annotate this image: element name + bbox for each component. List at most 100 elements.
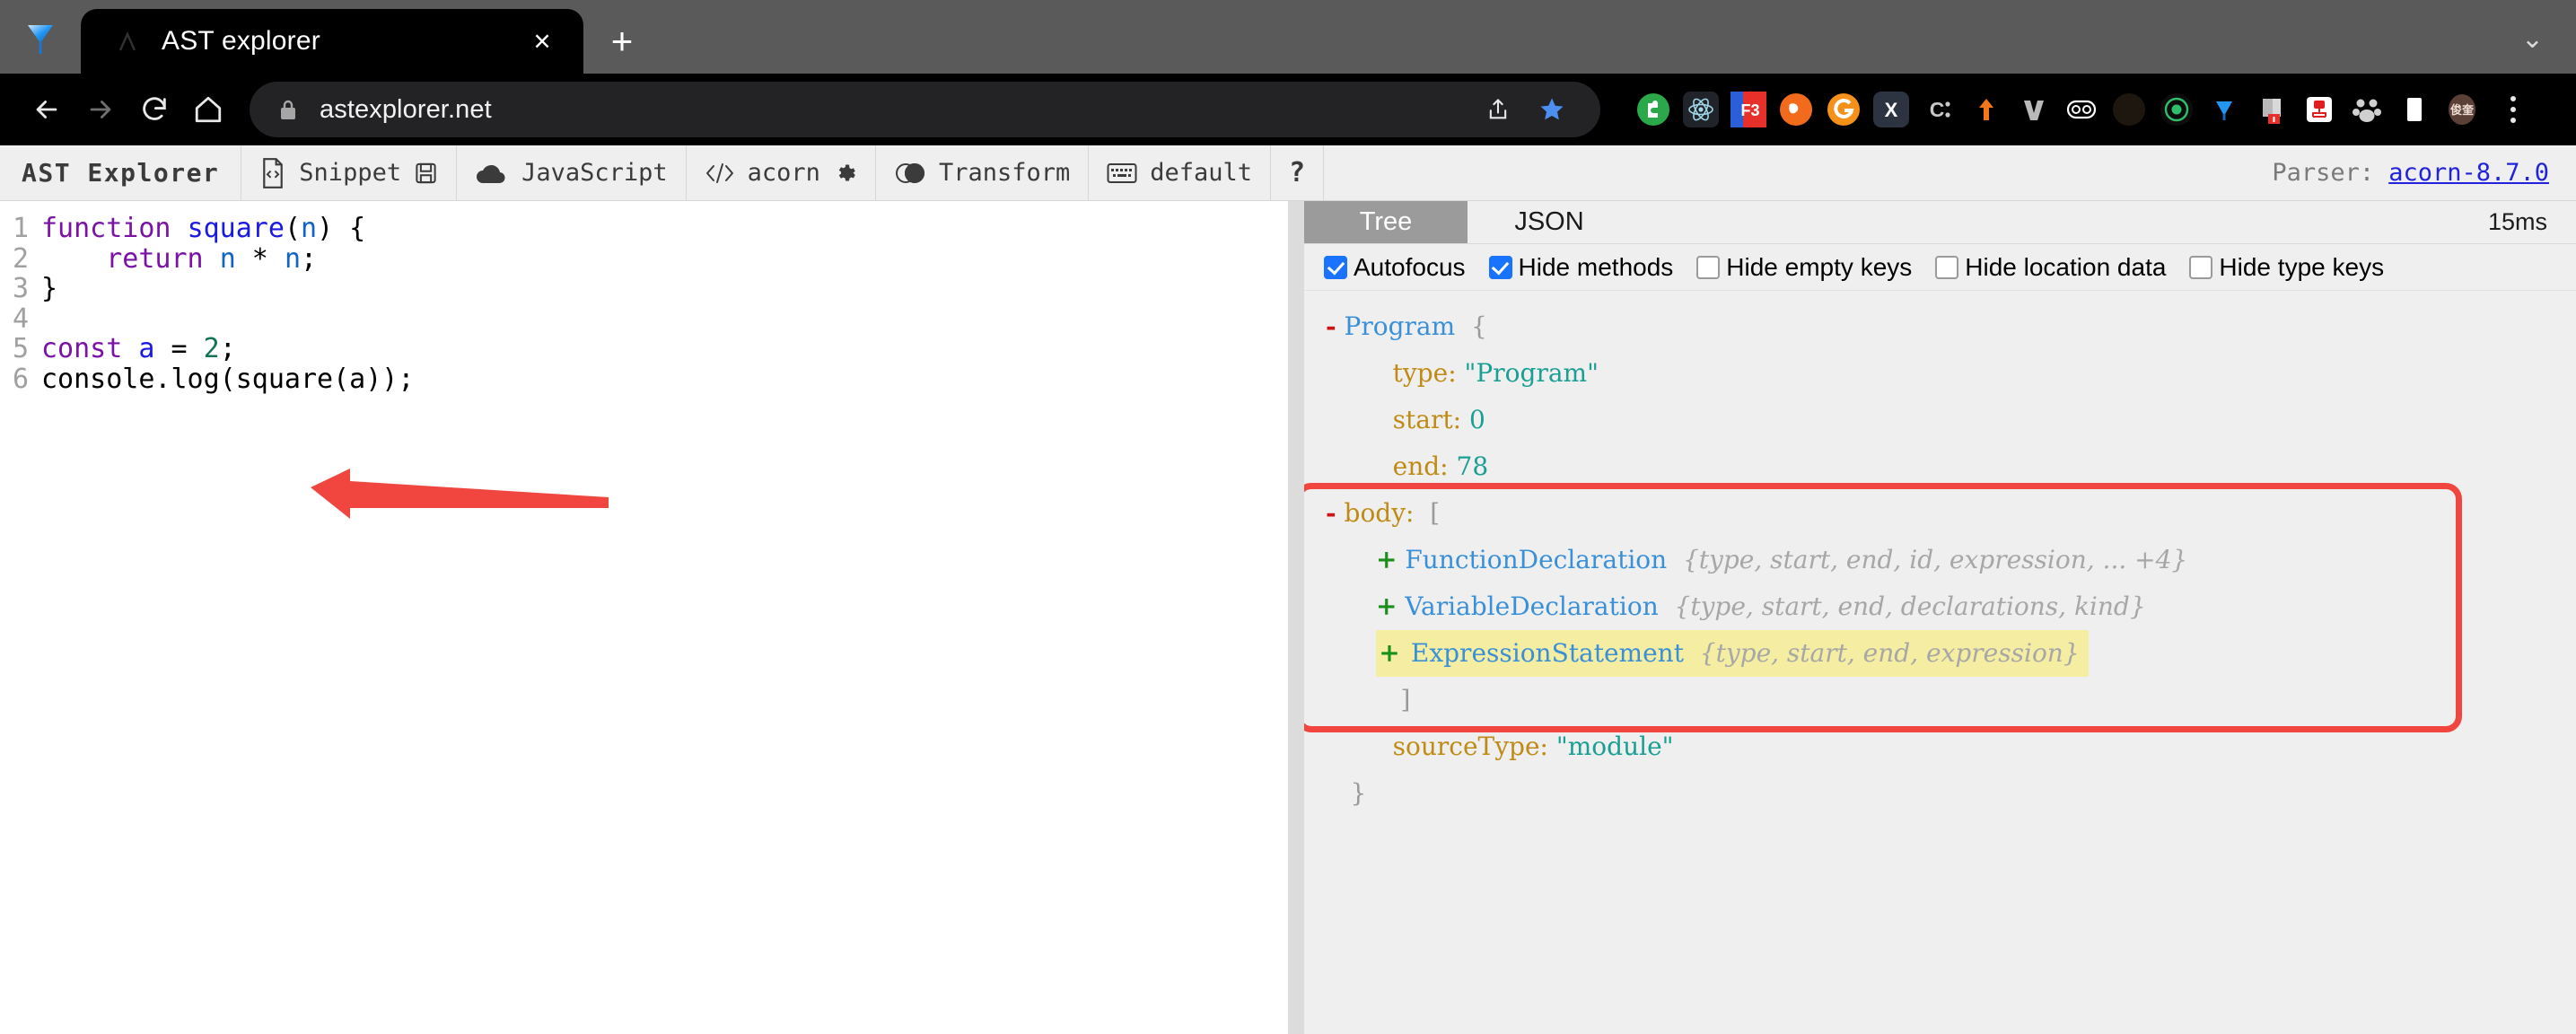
parser-group[interactable]: acorn [687, 145, 876, 200]
back-arrow-icon[interactable] [20, 83, 74, 136]
code-lines[interactable]: 1 function square(n) {2 return n * n; 3} 4 5… [0, 201, 1288, 394]
tab-strip: AST explorer × + ⌄ [0, 0, 2576, 74]
transform-group[interactable]: Transform [876, 145, 1090, 200]
ast-property-value: "module" [1547, 732, 1674, 761]
code-line-text: } [41, 273, 58, 304]
code-line[interactable]: 4 [0, 303, 1288, 335]
parser-version-link[interactable]: acorn-8.7.0 [2388, 159, 2549, 187]
expand-toggle-icon[interactable]: + [1376, 591, 1397, 621]
help-button[interactable]: ? [1271, 145, 1325, 200]
checkbox-icon[interactable] [2189, 255, 2213, 279]
ast-punctuation: [ [1414, 498, 1441, 528]
code-editor-pane[interactable]: 1 function square(n) {2 return n * n; 3} 4 5… [0, 201, 1288, 1034]
ast-tree-row[interactable]: type: "Program" [1326, 350, 2576, 397]
ast-tree-row[interactable]: start: 0 [1326, 397, 2576, 443]
checkbox-icon[interactable] [1488, 255, 1512, 279]
puzzle-green-extension-icon[interactable] [1631, 87, 1676, 132]
ast-tree-row[interactable]: end: 78 [1326, 443, 2576, 490]
tab-json[interactable]: JSON [1468, 201, 1631, 243]
code-line[interactable]: 1 function square(n) { [0, 214, 1288, 244]
white-square-extension-icon[interactable] [2392, 87, 2437, 132]
close-icon[interactable]: × [521, 20, 564, 63]
up-arrow-orange-extension-icon[interactable] [1964, 87, 2009, 132]
toggle-spacer [1376, 358, 1385, 388]
ast-tree-row[interactable]: - body: [ [1326, 490, 2576, 537]
transform-label: Transform [938, 159, 1071, 187]
code-line[interactable]: 5 const a = 2; [0, 334, 1288, 364]
keymap-group[interactable]: default [1089, 145, 1272, 200]
home-icon[interactable] [181, 83, 235, 136]
target-green-extension-icon[interactable] [2154, 87, 2199, 132]
ast-tree-row[interactable]: + ExpressionStatement {type, start, end,… [1326, 630, 2576, 677]
c-bracket-extension-icon[interactable]: C [1916, 87, 1961, 132]
eraser-red-extension-icon[interactable] [2249, 87, 2294, 132]
ast-property-key: body: [1336, 498, 1415, 528]
option-hide-empty-keys[interactable]: Hide empty keys [1696, 253, 1912, 282]
g-orange-extension-icon[interactable] [1821, 87, 1866, 132]
checkbox-icon[interactable] [1696, 255, 1721, 279]
svg-text:C: C [1930, 98, 1945, 121]
x-dark-extension-icon[interactable]: X [1869, 87, 1914, 132]
collapse-toggle-icon[interactable]: - [1326, 311, 1336, 341]
ast-tree-row[interactable]: + FunctionDeclaration {type, start, end,… [1326, 537, 2576, 583]
option-label: Hide methods [1518, 252, 1674, 281]
expand-toggle-icon[interactable]: + [1376, 545, 1397, 574]
language-label: JavaScript [521, 159, 668, 187]
checkbox-icon[interactable] [1935, 255, 1959, 279]
ast-tree-row[interactable]: + VariableDeclaration {type, start, end,… [1326, 583, 2576, 630]
blue-diamond-extension-icon[interactable] [2202, 87, 2247, 132]
ast-row-content: type: "Program" [1376, 350, 1599, 397]
code-line[interactable]: 3} [0, 274, 1288, 304]
orange-circle-extension-icon[interactable] [1774, 87, 1818, 132]
line-number: 5 [12, 333, 29, 364]
ast-row-content: end: 78 [1376, 443, 1489, 490]
address-bar[interactable]: astexplorer.net [250, 82, 1600, 137]
f3-red-extension-icon[interactable]: F3 [1726, 87, 1771, 132]
option-hide-methods[interactable]: Hide methods [1488, 252, 1674, 282]
browser-tab-ast-explorer[interactable]: AST explorer × [81, 9, 583, 74]
gear-icon[interactable] [833, 161, 857, 185]
option-autofocus[interactable]: Autofocus [1324, 253, 1466, 282]
code-line[interactable]: 6 console.log(square(a)); [0, 364, 1288, 395]
ast-node-preview: {type, start, end, id, expression, ... +… [1667, 545, 2188, 574]
ast-tree-row[interactable]: ] [1326, 677, 2576, 723]
tab-tree[interactable]: Tree [1304, 201, 1468, 243]
ast-node-preview: {type, start, end, expression} [1683, 638, 2080, 668]
avatar-cjk-extension-icon[interactable]: 俊奎 [2440, 87, 2484, 132]
chevron-down-icon[interactable]: ⌄ [2521, 23, 2544, 55]
app-title: AST Explorer [0, 145, 242, 200]
goggles-extension-icon[interactable] [2059, 87, 2104, 132]
option-label: Hide type keys [2219, 252, 2385, 281]
option-hide-location-data[interactable]: Hide location data [1935, 253, 2166, 282]
checkbox-icon[interactable] [1324, 255, 1347, 279]
new-tab-button[interactable]: + [583, 9, 661, 74]
collapse-toggle-icon[interactable]: - [1326, 498, 1336, 528]
save-icon[interactable] [414, 161, 438, 186]
share-icon[interactable] [1473, 84, 1523, 135]
ast-tree-body[interactable]: - Program { type: "Program" start: 0 end… [1304, 291, 2576, 1034]
reload-icon[interactable] [127, 83, 181, 136]
keyboard-icon [1107, 162, 1137, 185]
venn-transform-icon [894, 161, 926, 186]
robot-red-extension-icon[interactable] [2297, 87, 2342, 132]
bookmark-star-icon[interactable] [1527, 84, 1577, 135]
url-text: astexplorer.net [320, 94, 492, 124]
infinity-dark-extension-icon[interactable] [2107, 87, 2151, 132]
pane-divider[interactable] [1288, 201, 1304, 1034]
paw-gray-extension-icon[interactable] [2344, 87, 2389, 132]
forward-arrow-icon[interactable] [74, 83, 127, 136]
option-hide-type-keys[interactable]: Hide type keys [2189, 253, 2384, 282]
react-atom-extension-icon[interactable] [1678, 87, 1723, 132]
snippet-group[interactable]: Snippet [241, 145, 458, 200]
expand-toggle-icon[interactable]: + [1376, 630, 1403, 677]
ast-tree-row[interactable]: sourceType: "module" [1326, 723, 2576, 770]
v-gray-extension-icon[interactable] [2011, 87, 2056, 132]
browser-menu-icon[interactable] [2490, 84, 2537, 135]
ast-tree-row[interactable]: } [1326, 770, 2576, 817]
ast-tree-row[interactable]: - Program { [1326, 303, 2576, 350]
line-number: 3 [12, 273, 29, 304]
code-line[interactable]: 2 return n * n; [0, 243, 1288, 275]
language-group[interactable]: JavaScript [457, 145, 687, 200]
app-toolbar: AST Explorer Snippet JavaScript acorn Tr… [0, 145, 2576, 201]
